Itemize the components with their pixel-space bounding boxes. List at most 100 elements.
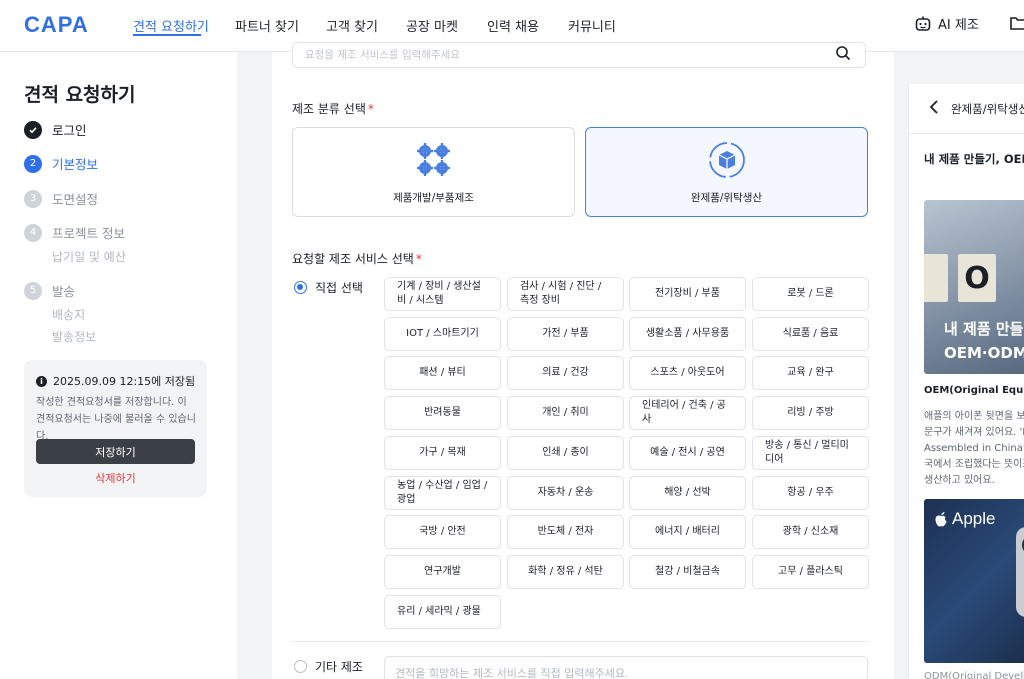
other-manufacturing-label: 기타 제조	[315, 660, 363, 674]
service-chip[interactable]: 인테리어 / 건축 / 공사	[629, 396, 746, 431]
save-card: i 2025.09.09 12:15에 저장됨 작성한 견적요청서를 저장합니다…	[24, 360, 207, 497]
substep-shipping-address[interactable]: 배송지	[52, 306, 85, 323]
service-chip[interactable]: 광학 / 신소재	[752, 515, 869, 550]
body-line: 국에서 조립했다는 뜻이죠	[924, 459, 1024, 470]
step-number: 2	[24, 154, 42, 173]
service-chip[interactable]: 방송 / 통신 / 멀티미디어	[752, 435, 869, 470]
service-chip[interactable]: 국방 / 안전	[384, 515, 501, 550]
nav-community[interactable]: 커뮤니티	[568, 16, 616, 35]
radio-checked[interactable]	[294, 281, 307, 294]
service-chip[interactable]: 식료품 / 음료	[752, 316, 869, 351]
service-chip[interactable]: 패션 / 뷰티	[384, 356, 501, 391]
nav-hiring[interactable]: 인력 채용	[487, 16, 539, 35]
delete-button[interactable]: 삭제하기	[36, 470, 195, 486]
check-icon	[24, 120, 42, 139]
service-chip[interactable]: 자동차 / 운송	[507, 475, 624, 510]
service-chip[interactable]: 농업 / 수산업 / 임업 / 광업	[384, 475, 501, 510]
ai-manufacturing-button[interactable]: AI 제조	[914, 14, 979, 33]
service-chip[interactable]: 검사 / 시험 / 진단 / 측정 장비	[507, 277, 624, 311]
step-drawing-settings[interactable]: 3 도면설정	[24, 189, 98, 208]
step-number: 3	[24, 189, 42, 208]
step-number: 5	[24, 281, 42, 300]
service-chip[interactable]: 가전 / 부품	[507, 316, 624, 351]
category-label: 완제품/위탁생산	[690, 192, 763, 204]
category-section-label: 제조 분류 선택 *	[292, 100, 374, 117]
step-basic-info[interactable]: 2 기본정보	[24, 154, 98, 173]
service-chip[interactable]: 교육 / 완구	[752, 356, 869, 391]
step-label: 프로젝트 정보	[52, 226, 125, 241]
body-line: 애플의 아이폰 뒷면을 보	[924, 411, 1024, 422]
service-chip[interactable]: 유리 / 세라믹 / 광물	[384, 594, 501, 629]
service-chip[interactable]: 해양 / 선박	[629, 475, 746, 510]
service-chip[interactable]: IOT / 스마트기기	[384, 316, 501, 351]
step-project-info[interactable]: 4 프로젝트 정보	[24, 223, 125, 242]
service-chip[interactable]: 로봇 / 드론	[752, 277, 869, 311]
service-chip[interactable]: 예술 / 전시 / 공연	[629, 435, 746, 470]
step-login[interactable]: 로그인	[24, 120, 87, 139]
service-chip[interactable]: 연구개발	[384, 554, 501, 589]
hero-caption-1: 내 제품 만들	[944, 320, 1024, 338]
info-panel-title: 완제품/위탁생산	[951, 102, 1024, 116]
category-card-oem[interactable]: 완제품/위탁생산	[585, 127, 868, 217]
service-chip[interactable]: 고무 / 플라스틱	[752, 554, 869, 589]
service-chip[interactable]: 항공 / 우주	[752, 475, 869, 510]
service-chip[interactable]: 스포츠 / 아웃도어	[629, 356, 746, 391]
apple-brand: Apple	[952, 509, 996, 528]
service-chip[interactable]: 전기장비 / 부품	[629, 277, 746, 311]
other-input-placeholder: 견적을 희망하는 제조 서비스를 직접 입력해주세요.	[395, 667, 629, 679]
nav-find-customer[interactable]: 고객 찾기	[326, 16, 378, 35]
service-chip[interactable]: 에너지 / 배터리	[629, 515, 746, 550]
other-manufacturing-radio[interactable]: 기타 제조	[294, 658, 363, 675]
service-chip[interactable]: 개인 / 취미	[507, 396, 624, 431]
letter-block: O	[958, 254, 996, 302]
search-icon[interactable]	[835, 45, 851, 65]
divider	[292, 641, 868, 642]
service-chip[interactable]: 의료 / 건강	[507, 356, 624, 391]
robot-icon	[915, 16, 931, 31]
substep-send-info[interactable]: 발송정보	[52, 328, 96, 345]
ai-manufacturing-label: AI 제조	[938, 18, 979, 33]
service-chip[interactable]: 반도체 / 전자	[507, 515, 624, 550]
service-chip[interactable]: 인쇄 / 종이	[507, 435, 624, 470]
service-chip[interactable]: 생활소품 / 사무용품	[629, 316, 746, 351]
direct-select-radio[interactable]: 직접 선택	[294, 279, 363, 296]
logo[interactable]: CAPA	[24, 12, 89, 38]
service-chip[interactable]: 기계 / 장비 / 생산설비 / 시스템	[384, 277, 501, 311]
service-chip[interactable]: 반려동물	[384, 396, 501, 431]
substep-deadline-budget[interactable]: 납기일 및 예산	[52, 248, 126, 265]
service-chip[interactable]: 철강 / 비철금속	[629, 554, 746, 589]
chevron-left-icon[interactable]	[929, 100, 939, 118]
nav-active-underline	[133, 34, 201, 36]
gears-icon	[414, 140, 454, 184]
radio-unchecked[interactable]	[294, 660, 307, 673]
nav-find-partner[interactable]: 파트너 찾기	[235, 16, 299, 35]
info-icon: i	[36, 375, 47, 387]
folder-icon[interactable]	[1010, 15, 1024, 35]
step-number: 4	[24, 223, 42, 242]
required-mark: *	[367, 102, 374, 116]
step-send[interactable]: 5 발송	[24, 281, 75, 300]
oem-hero-image: O 내 제품 만들 OEM·ODM	[924, 200, 1024, 374]
save-button[interactable]: 저장하기	[36, 439, 195, 464]
apple-logo-caption: Apple	[934, 509, 995, 529]
main-form: 요청을 제조 서비스를 입력해주세요 제조 분류 선택 * 제품개발/부품제조 …	[272, 42, 894, 679]
service-chip[interactable]: 리빙 / 주방	[752, 396, 869, 431]
service-search-input[interactable]: 요청을 제조 서비스를 입력해주세요	[292, 42, 866, 68]
nav-factory-market[interactable]: 공장 마켓	[406, 16, 458, 35]
oem-body: 애플의 아이폰 뒷면을 보 문구가 새겨져 있어요. 'D Assembled …	[924, 409, 1024, 489]
step-label: 발송	[52, 284, 76, 299]
service-chip[interactable]: 가구 / 목재	[384, 435, 501, 470]
page-title: 견적 요청하기	[24, 84, 136, 106]
service-chip[interactable]: 화학 / 정유 / 석탄	[507, 554, 624, 589]
saved-timestamp: 2025.09.09 12:15에 저장됨	[53, 375, 196, 388]
body-line: Assembled in China' 는	[924, 443, 1024, 454]
info-panel-subtitle: 내 제품 만들기, OEM	[924, 152, 1024, 166]
service-label-text: 요청할 제조 서비스 선택	[292, 252, 414, 266]
letter-block-partial	[924, 254, 948, 302]
other-service-input[interactable]: 견적을 희망하는 제조 서비스를 직접 입력해주세요.	[384, 656, 868, 679]
nav-quote-request[interactable]: 견적 요청하기	[133, 16, 209, 35]
category-label: 제품개발/부품제조	[393, 192, 474, 204]
direct-select-label: 직접 선택	[315, 281, 363, 295]
apple-image: Apple	[924, 499, 1024, 663]
category-card-product-dev[interactable]: 제품개발/부품제조	[292, 127, 575, 217]
